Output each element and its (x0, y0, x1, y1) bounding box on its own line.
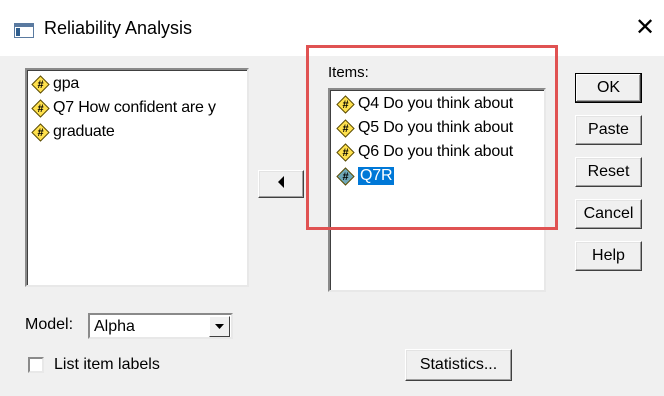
ok-button[interactable]: OK (575, 73, 642, 103)
items-label: Items: (328, 64, 369, 81)
list-item[interactable]: # Q6 Do you think about (336, 140, 544, 164)
svg-text:#: # (342, 147, 348, 159)
help-button-label: Help (592, 247, 625, 264)
list-item-label: Q7 How confident are y (53, 99, 216, 116)
statistics-button[interactable]: Statistics... (405, 349, 512, 381)
numeric-variable-icon: # (336, 166, 355, 186)
list-item-label: graduate (53, 123, 115, 140)
svg-text:#: # (37, 103, 43, 115)
move-variable-button[interactable] (258, 170, 304, 198)
numeric-variable-icon: # (336, 118, 355, 138)
svg-text:#: # (37, 127, 43, 139)
reset-button-label: Reset (587, 163, 630, 180)
reset-button[interactable]: Reset (575, 157, 642, 187)
title-bar: Reliability Analysis ✕ (0, 0, 664, 56)
list-item-label: Q7R (358, 167, 395, 185)
numeric-variable-icon: # (31, 74, 50, 94)
list-item[interactable]: # Q5 Do you think about (336, 116, 544, 140)
paste-button-label: Paste (588, 121, 629, 138)
numeric-variable-icon: # (336, 94, 355, 114)
numeric-variable-icon: # (336, 142, 355, 162)
cancel-button-label: Cancel (583, 205, 634, 222)
numeric-variable-icon: # (31, 98, 50, 118)
model-dropdown[interactable]: Alpha (88, 313, 233, 339)
close-icon[interactable]: ✕ (632, 15, 658, 41)
help-button[interactable]: Help (575, 241, 642, 271)
list-item-label: gpa (53, 75, 80, 92)
list-item-label: Q6 Do you think about (358, 143, 514, 160)
statistics-button-label: Statistics... (419, 356, 498, 373)
list-item[interactable]: # Q4 Do you think about (336, 92, 544, 116)
reliability-analysis-dialog: Reliability Analysis ✕ # gpa # Q7 How confi… (0, 0, 664, 396)
list-item-label: Q5 Do you think about (358, 119, 514, 136)
dialog-window-icon (14, 23, 34, 38)
list-item[interactable]: # Q7R (336, 164, 544, 188)
numeric-variable-icon: # (31, 122, 50, 142)
model-label: Model: (25, 316, 74, 333)
list-item[interactable]: # graduate (31, 120, 247, 144)
cancel-button[interactable]: Cancel (575, 199, 642, 229)
source-variable-list[interactable]: # gpa # Q7 How confident are y # graduate (25, 68, 249, 287)
list-item-labels-checkbox[interactable] (28, 357, 44, 373)
svg-text:#: # (37, 79, 43, 91)
chevron-down-icon[interactable] (209, 316, 230, 337)
model-dropdown-value: Alpha (94, 318, 135, 335)
paste-button[interactable]: Paste (575, 115, 642, 145)
list-item-labels-label: List item labels (54, 356, 160, 373)
svg-text:#: # (342, 99, 348, 111)
list-item-label: Q4 Do you think about (358, 95, 514, 112)
list-item[interactable]: # gpa (31, 72, 247, 96)
list-item[interactable]: # Q7 How confident are y (31, 96, 247, 120)
arrow-left-icon (276, 175, 286, 193)
svg-text:#: # (342, 171, 348, 183)
items-list[interactable]: # Q4 Do you think about # Q5 Do you think a… (328, 88, 546, 292)
ok-button-label: OK (596, 79, 621, 96)
svg-text:#: # (342, 123, 348, 135)
window-title: Reliability Analysis (44, 18, 193, 38)
